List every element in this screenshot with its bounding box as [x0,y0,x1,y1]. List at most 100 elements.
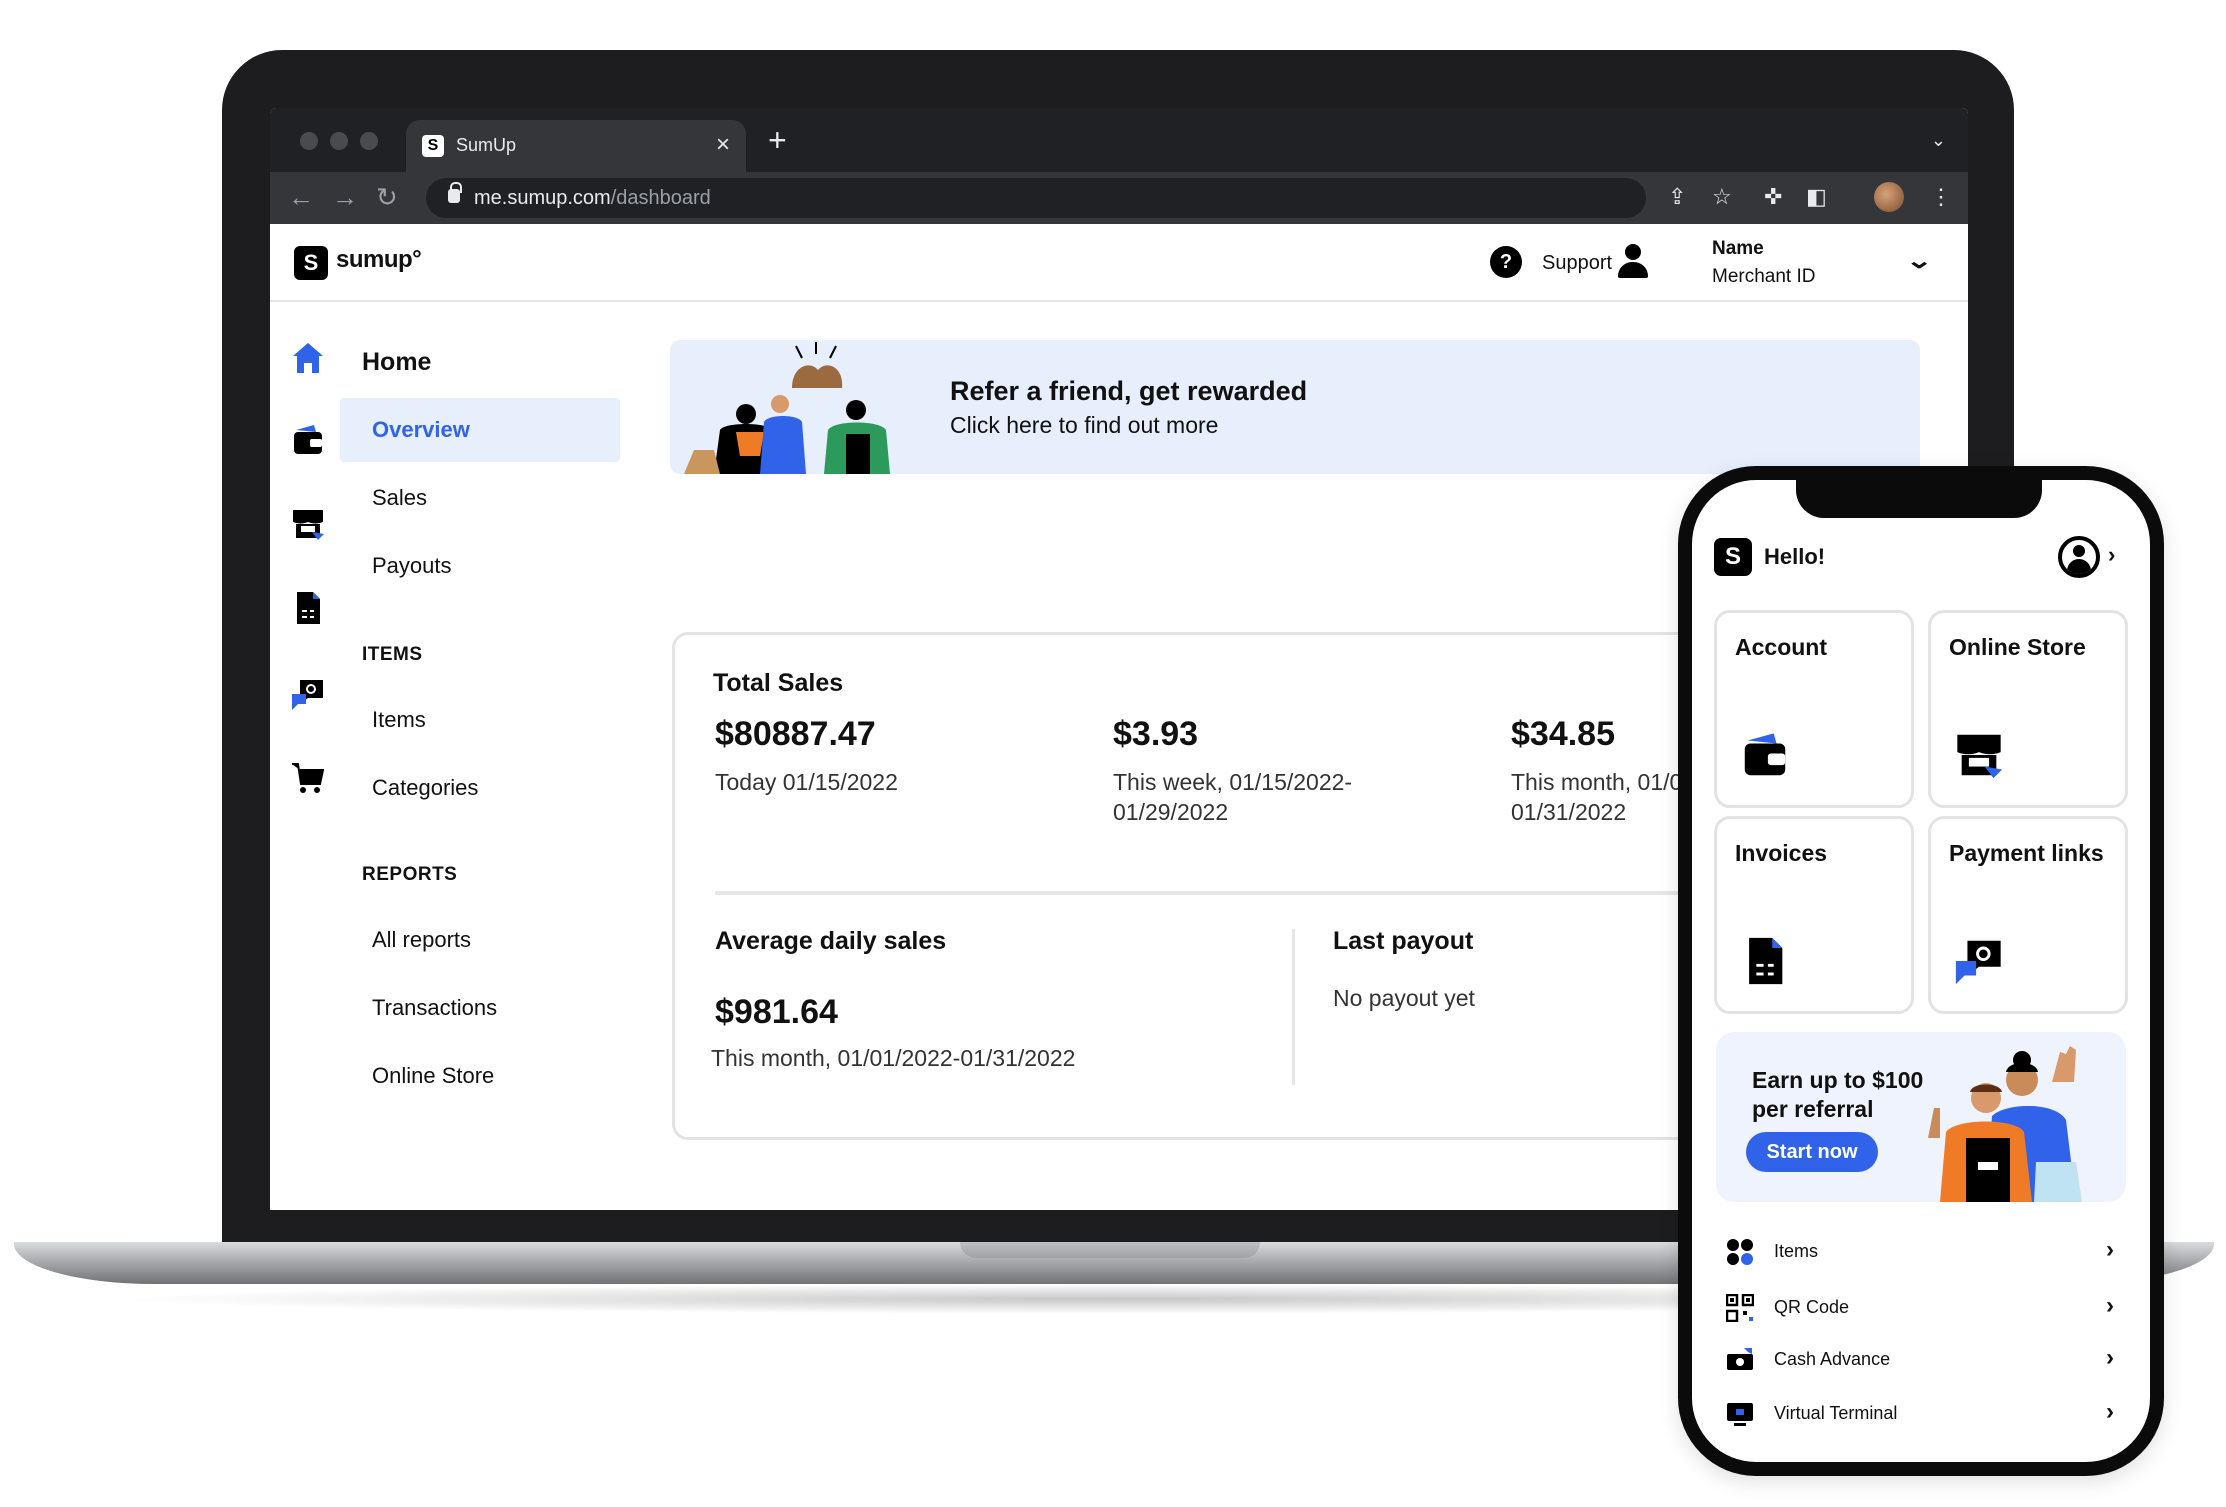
sidebar-item-categories[interactable]: Categories [340,756,620,820]
window-minimize-dot[interactable] [330,132,348,150]
cash-advance-icon [1727,1348,1753,1370]
banner-title: Refer a friend, get rewarded [950,376,1308,406]
avg-daily-sales-title: Average daily sales [715,927,947,955]
sidebar-item-payouts[interactable]: Payouts [340,534,620,598]
sidebar-item-items[interactable]: Items [340,688,620,752]
browser-toolbar: ← → ↻ me.sumup.com/dashboard ⇪ ☆ ✜ ◧ ⋮ [270,172,1968,224]
payment-link-icon[interactable] [290,676,326,712]
tile-label: Payment links [1949,840,2104,866]
card-vertical-divider [1292,929,1295,1085]
metric-today-value: $80887.47 [715,715,876,753]
laptop-base-notch [960,1242,1260,1258]
tile-online-store[interactable]: Online Store [1928,610,2128,808]
metric-month-value: $34.85 [1511,715,1615,753]
phone-row-virtual-terminal[interactable]: Virtual Terminal › [1716,1392,2126,1436]
avg-daily-sales-value: $981.64 [715,993,838,1031]
sidebar-item-sales[interactable]: Sales [340,466,620,530]
start-now-button[interactable]: Start now [1746,1132,1878,1172]
new-tab-button[interactable]: + [768,122,787,159]
phone-row-cash-advance[interactable]: Cash Advance › [1716,1338,2126,1382]
back-arrow-icon[interactable]: ← [288,182,314,213]
url-text: me.sumup.com/dashboard [474,187,711,209]
chevron-right-icon: › [2106,1292,2114,1319]
metric-week-value: $3.93 [1113,715,1199,753]
virtual-terminal-icon [1727,1403,1753,1426]
referral-banner[interactable]: Refer a friend, get rewarded Click here … [670,340,1920,474]
share-icon[interactable]: ⇪ [1668,184,1686,210]
merchant-id: Merchant ID [1712,266,1816,287]
banner-subtitle: Click here to find out more [950,412,1219,438]
user-icon[interactable] [1616,242,1650,280]
sidebar-item-all-reports[interactable]: All reports [340,908,620,972]
friends-high-five-illustration [684,342,890,474]
sidebar-item-online-store[interactable]: Online Store [340,1044,620,1108]
sidebar-section-items: ITEMS [362,644,423,665]
tile-label: Online Store [1949,634,2086,660]
invoice-icon[interactable] [290,590,326,626]
tab-close-icon[interactable]: × [716,131,730,159]
browser-profile-avatar[interactable] [1874,182,1904,212]
tab-search-icon[interactable]: ⌄ [1931,130,1946,151]
phone-row-qr-code[interactable]: QR Code › [1716,1286,2126,1330]
phone-row-label: Items [1774,1241,1819,1261]
browser-menu-icon[interactable]: ⋮ [1930,184,1952,210]
site-header: S sumup° ? Support Name Merchant ID ⌄ [270,224,1968,302]
sidebar-item-transactions[interactable]: Transactions [340,976,620,1040]
sumup-logo-icon[interactable]: S [294,246,328,280]
metric-week-label: This week, 01/15/2022-01/29/2022 [1113,769,1353,825]
address-bar[interactable]: me.sumup.com/dashboard [426,178,1646,218]
reload-icon[interactable]: ↻ [376,182,398,213]
referral-promo-card: Earn up to $100 per referral Start now [1716,1032,2126,1202]
phone-row-label: QR Code [1774,1297,1850,1317]
sumup-logo-icon[interactable]: S [1714,538,1752,576]
chevron-down-icon[interactable]: ⌄ [1905,248,1933,274]
tile-label: Account [1735,634,1827,660]
home-icon[interactable] [290,340,326,376]
total-sales-title: Total Sales [713,669,844,697]
qr-code-icon [1726,1294,1754,1322]
phone-frame: S Hello! › Account Online Store Invoices [1678,466,2164,1476]
chevron-right-icon[interactable]: › [2108,542,2115,568]
store-icon[interactable] [290,506,326,542]
tab-title: SumUp [456,135,517,155]
invoice-icon [1749,937,1783,985]
bookmark-star-icon[interactable]: ☆ [1712,184,1732,210]
sumup-logo-text[interactable]: sumup° [336,246,422,274]
promo-title: Earn up to $100 per referral [1752,1067,1924,1122]
forward-arrow-icon[interactable]: → [332,182,358,213]
phone-row-items[interactable]: Items › [1716,1230,2126,1274]
tile-label: Invoices [1735,840,1828,866]
sumup-favicon-icon: S [422,135,444,157]
phone-notch [1796,480,2042,518]
browser-tabbar: S SumUp × + ⌄ [270,108,1968,172]
cart-icon[interactable] [290,760,326,796]
user-name[interactable]: Name [1712,238,1764,260]
sidebar-home-title[interactable]: Home [362,348,431,377]
sidebar-section-reports: REPORTS [362,864,458,885]
last-payout-title: Last payout [1333,927,1474,955]
tile-invoices[interactable]: Invoices [1714,816,1914,1014]
support-link[interactable]: Support [1542,252,1612,275]
tile-payment-links[interactable]: Payment links [1928,816,2128,1014]
wallet-icon [1744,733,1786,776]
side-panel-icon[interactable]: ◧ [1806,184,1827,210]
browser-tab[interactable]: S SumUp × [406,120,746,172]
window-close-dot[interactable] [300,132,318,150]
chevron-right-icon: › [2106,1398,2114,1425]
help-question-icon[interactable]: ? [1490,246,1522,278]
tile-account[interactable]: Account [1714,610,1914,808]
window-maximize-dot[interactable] [360,132,378,150]
sidebar-item-overview[interactable]: Overview [340,398,620,462]
wallet-icon[interactable] [290,422,326,458]
lock-icon [448,182,462,203]
payment-link-icon [1955,940,2001,985]
profile-avatar-icon[interactable] [2058,536,2100,578]
chevron-right-icon: › [2106,1236,2114,1263]
phone-row-label: Virtual Terminal [1774,1403,1898,1423]
extensions-puzzle-icon[interactable]: ✜ [1764,184,1782,210]
phone-screen: S Hello! › Account Online Store Invoices [1692,480,2150,1462]
store-icon [1957,734,2003,779]
avg-daily-sales-label: This month, 01/01/2022-01/31/2022 [711,1045,1076,1071]
phone-greeting: Hello! [1764,544,1826,569]
referral-people-illustration [1928,1046,2082,1202]
